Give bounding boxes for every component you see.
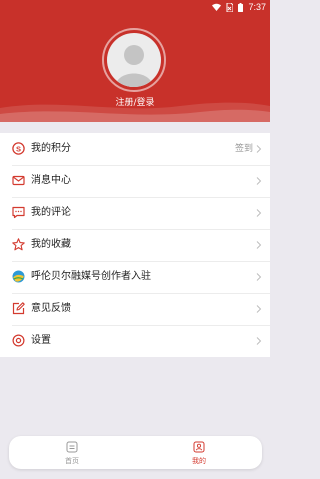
menu-item-points[interactable]: S 我的积分 签到 <box>0 133 270 165</box>
status-time: 7:37 <box>248 2 266 12</box>
tab-profile[interactable]: 我的 <box>136 436 262 469</box>
bottom-tab-bar: 首页 我的 <box>9 436 262 469</box>
media-logo-icon <box>12 270 25 283</box>
no-sim-icon <box>226 2 234 12</box>
menu-item-settings[interactable]: 设置 <box>0 325 270 357</box>
chevron-right-icon <box>256 177 262 185</box>
menu-label: 呼伦贝尔融媒号创作者入驻 <box>31 271 151 282</box>
chevron-right-icon <box>256 305 262 313</box>
menu-item-comments[interactable]: 我的评论 <box>0 197 270 229</box>
menu-label: 消息中心 <box>31 175 71 186</box>
menu-label: 我的积分 <box>31 143 71 154</box>
wifi-icon <box>212 3 222 11</box>
menu-label: 意见反馈 <box>31 303 71 314</box>
menu-label: 我的评论 <box>31 207 71 218</box>
tab-home-label: 首页 <box>65 457 79 465</box>
feedback-icon <box>12 302 25 315</box>
menu-label: 我的收藏 <box>31 239 71 250</box>
chevron-right-icon <box>256 273 262 281</box>
default-user-icon <box>115 45 153 87</box>
chevron-right-icon <box>256 337 262 345</box>
battery-icon <box>238 2 244 12</box>
svg-text:S: S <box>16 144 21 153</box>
star-icon <box>12 238 25 251</box>
chevron-right-icon <box>256 209 262 217</box>
status-bar: 7:37 <box>0 0 270 16</box>
checkin-label[interactable]: 签到 <box>235 133 253 165</box>
tab-profile-label: 我的 <box>192 457 206 465</box>
menu-item-messages[interactable]: 消息中心 <box>0 165 270 197</box>
settings-icon <box>12 334 25 347</box>
home-icon <box>66 441 78 453</box>
menu-item-favorites[interactable]: 我的收藏 <box>0 229 270 261</box>
menu-list: S 我的积分 签到 消息中心 我的评论 我的收藏 呼伦贝尔融媒号创作者入驻 意见… <box>0 133 270 357</box>
menu-label: 设置 <box>31 335 51 346</box>
profile-header: 注册/登录 <box>0 16 270 122</box>
login-register-link[interactable]: 注册/登录 <box>0 95 270 108</box>
chevron-right-icon <box>256 145 262 153</box>
menu-item-feedback[interactable]: 意见反馈 <box>0 293 270 325</box>
profile-icon <box>193 441 205 453</box>
comment-icon <box>12 206 25 219</box>
mail-icon <box>12 175 25 186</box>
status-icons: 7:37 <box>212 2 266 12</box>
avatar[interactable] <box>107 33 161 87</box>
tab-home[interactable]: 首页 <box>9 436 135 469</box>
chevron-right-icon <box>256 241 262 249</box>
points-icon: S <box>12 142 25 155</box>
menu-item-creator-join[interactable]: 呼伦贝尔融媒号创作者入驻 <box>0 261 270 293</box>
